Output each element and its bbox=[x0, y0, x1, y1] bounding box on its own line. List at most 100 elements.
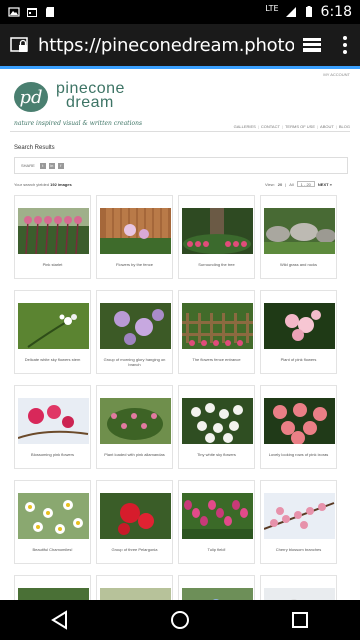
status-bar: LTE 6:18 bbox=[0, 0, 360, 24]
result-thumbnail[interactable] bbox=[264, 493, 335, 539]
gallery-icon bbox=[8, 7, 20, 17]
result-card[interactable] bbox=[96, 575, 173, 600]
result-card[interactable] bbox=[14, 575, 91, 600]
twitter-icon[interactable]: t bbox=[39, 162, 46, 169]
next-page-link[interactable]: NEXT » bbox=[318, 182, 332, 187]
result-thumbnail[interactable] bbox=[18, 303, 89, 349]
calendar-icon bbox=[27, 8, 37, 17]
facebook-icon[interactable]: f bbox=[57, 162, 64, 169]
battery-icon bbox=[305, 6, 312, 17]
result-thumbnail[interactable] bbox=[182, 208, 253, 254]
result-card[interactable]: Wild grass and rocks bbox=[260, 195, 337, 279]
nav-link-contact[interactable]: CONTACT bbox=[261, 124, 280, 129]
result-caption: Group of three Pelargonia bbox=[111, 547, 158, 552]
view-sep: | bbox=[285, 181, 287, 187]
signal-icon bbox=[285, 7, 296, 17]
result-thumbnail[interactable] bbox=[264, 303, 335, 349]
result-thumbnail[interactable] bbox=[182, 303, 253, 349]
security-indicator[interactable] bbox=[0, 35, 38, 55]
result-caption: Plant loaded with pink allamandas bbox=[104, 452, 165, 457]
result-card[interactable]: Beautiful Chamomiles! bbox=[14, 480, 91, 564]
result-thumbnail[interactable] bbox=[100, 303, 171, 349]
result-card[interactable]: Pink starlet bbox=[14, 195, 91, 279]
nav-separator: | bbox=[257, 124, 259, 129]
site-nav: GALLERIES | CONTACT | TERMS OF USE | ABOUT | BLO… bbox=[234, 124, 350, 129]
nav-separator: | bbox=[335, 124, 337, 129]
result-card[interactable]: Plant of pink flowers bbox=[260, 290, 337, 374]
network-type: LTE bbox=[265, 3, 279, 13]
result-card[interactable]: Surrounding the tree bbox=[178, 195, 255, 279]
result-thumbnail[interactable] bbox=[182, 493, 253, 539]
result-card[interactable]: Plant loaded with pink allamandas bbox=[96, 385, 173, 469]
my-account-link[interactable]: MY ACCOUNT bbox=[323, 72, 350, 77]
clock: 6:18 bbox=[320, 4, 352, 20]
result-thumbnail[interactable] bbox=[100, 493, 171, 539]
view-option-20[interactable]: 20 bbox=[278, 182, 282, 187]
result-card[interactable]: Group of three Pelargonia bbox=[96, 480, 173, 564]
result-thumbnail[interactable] bbox=[18, 493, 89, 539]
result-thumbnail[interactable] bbox=[264, 588, 335, 600]
result-caption: Delicate white sky flowers stem bbox=[24, 357, 81, 362]
linkedin-icon[interactable]: in bbox=[48, 162, 55, 169]
result-caption: Wild grass and rocks bbox=[279, 262, 318, 267]
result-card[interactable]: Lovely looking rows of pink ixoras bbox=[260, 385, 337, 469]
nav-link-galleries[interactable]: GALLERIES bbox=[234, 124, 256, 129]
result-card[interactable]: Flowers by the fence bbox=[96, 195, 173, 279]
result-card[interactable] bbox=[260, 575, 337, 600]
result-thumbnail[interactable] bbox=[264, 398, 335, 444]
url-bar[interactable]: https://pineconedream.photoshe bbox=[38, 35, 294, 56]
view-option-all[interactable]: All bbox=[289, 182, 293, 187]
phone-screen: LTE 6:18 https://pineconedream.photoshe bbox=[0, 0, 360, 640]
page-title: Search Results bbox=[14, 145, 55, 151]
result-thumbnail[interactable] bbox=[100, 588, 171, 600]
result-thumbnail[interactable] bbox=[18, 208, 89, 254]
nav-link-blog[interactable]: BLOG bbox=[339, 124, 350, 129]
result-thumbnail[interactable] bbox=[18, 398, 89, 444]
result-caption: Blossoming pink flowers bbox=[31, 452, 74, 457]
view-controls: View: 20 | All 1 - 20 NEXT » bbox=[265, 181, 332, 187]
results-summary: Your search yielded 192 images bbox=[14, 182, 72, 187]
result-caption: The flowers fence entrance bbox=[192, 357, 241, 362]
nav-link-about[interactable]: ABOUT bbox=[320, 124, 334, 129]
tabs-icon bbox=[303, 38, 321, 52]
result-caption: Tiny white sky flowers bbox=[197, 452, 236, 457]
result-thumbnail[interactable] bbox=[100, 208, 171, 254]
web-page: MY ACCOUNT pd pinecone dream nature insp… bbox=[0, 69, 360, 600]
recents-icon[interactable] bbox=[291, 611, 309, 629]
page-select[interactable]: 1 - 20 bbox=[296, 181, 315, 187]
share-label: SHARE bbox=[21, 163, 35, 168]
logo-line-2: dream bbox=[66, 94, 114, 111]
share-box: SHARE t in f bbox=[14, 157, 348, 174]
tab-switcher-button[interactable] bbox=[294, 36, 330, 54]
result-caption: Surrounding the tree bbox=[198, 262, 235, 267]
result-caption: Tulip field! bbox=[207, 547, 226, 552]
result-card[interactable]: Tiny white sky flowers bbox=[178, 385, 255, 469]
result-thumbnail[interactable] bbox=[264, 208, 335, 254]
result-caption: Cherry blossom branches bbox=[275, 547, 322, 552]
result-card[interactable]: Blossoming pink flowers bbox=[14, 385, 91, 469]
result-thumbnail[interactable] bbox=[18, 588, 89, 600]
result-card[interactable]: Group of morning glory hanging on branch bbox=[96, 290, 173, 374]
result-thumbnail[interactable] bbox=[182, 588, 253, 600]
lock-icon bbox=[10, 37, 28, 52]
results-prefix: Your search yielded bbox=[14, 182, 49, 187]
result-thumbnail[interactable] bbox=[182, 398, 253, 444]
result-card[interactable]: The flowers fence entrance bbox=[178, 290, 255, 374]
overflow-menu-button[interactable] bbox=[330, 35, 360, 55]
home-icon[interactable] bbox=[170, 610, 190, 630]
result-card[interactable] bbox=[178, 575, 255, 600]
result-card[interactable]: Cherry blossom branches bbox=[260, 480, 337, 564]
back-icon[interactable] bbox=[50, 610, 69, 630]
system-nav-bar bbox=[0, 600, 360, 640]
header-divider bbox=[10, 131, 350, 132]
result-caption: Group of morning glory hanging on branch bbox=[103, 357, 166, 367]
result-card[interactable]: Tulip field! bbox=[178, 480, 255, 564]
result-card[interactable]: Delicate white sky flowers stem bbox=[14, 290, 91, 374]
result-caption: Pink starlet bbox=[42, 262, 63, 267]
sd-card-icon bbox=[46, 7, 54, 17]
site-logo[interactable]: pd pinecone dream nature inspired visual… bbox=[14, 80, 142, 128]
view-label: View: bbox=[265, 181, 275, 187]
nav-link-terms-of-use[interactable]: TERMS OF USE bbox=[285, 124, 315, 129]
result-caption: Beautiful Chamomiles! bbox=[32, 547, 73, 552]
result-thumbnail[interactable] bbox=[100, 398, 171, 444]
